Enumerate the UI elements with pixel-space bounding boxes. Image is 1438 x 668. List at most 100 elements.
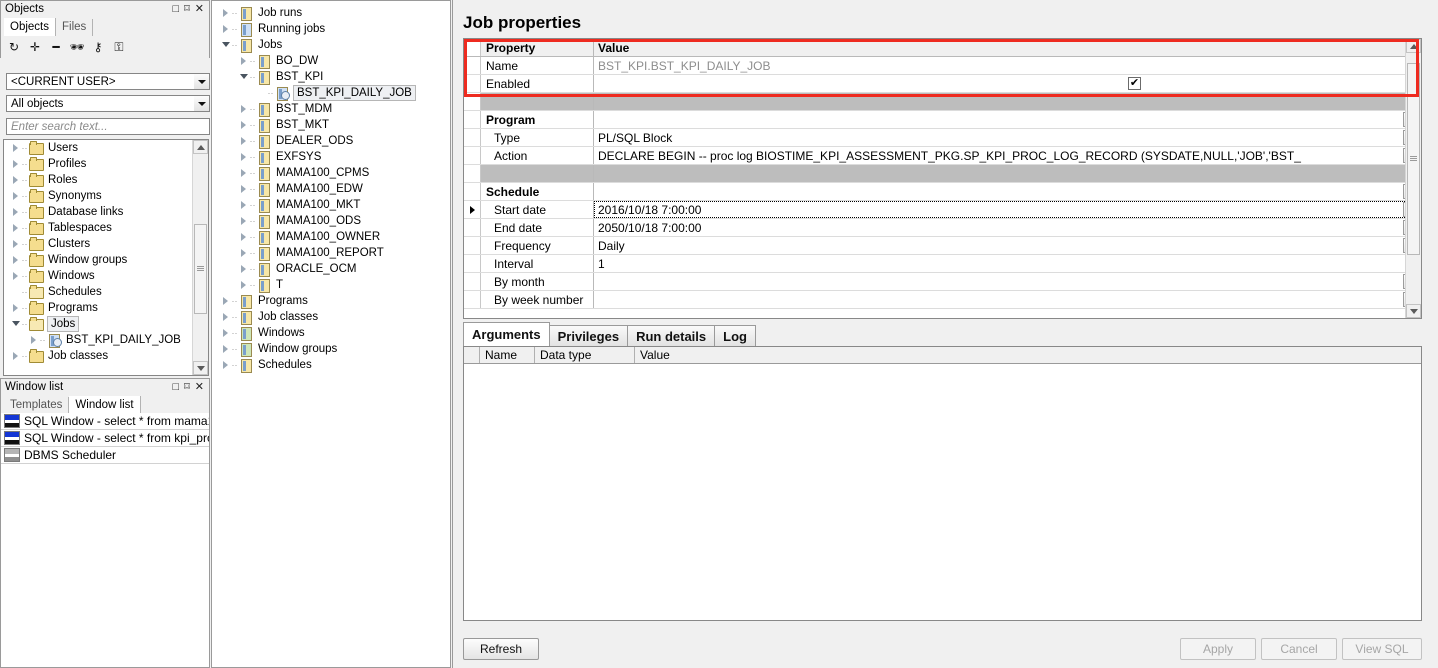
tree-item[interactable]: ·· Running jobs [212,21,450,37]
expand-triangle-icon[interactable] [10,140,21,156]
property-value-cell[interactable]: PL/SQL Block [594,129,1421,146]
tab-window-list[interactable]: Window list [69,396,141,414]
objects-tree[interactable]: ·· Users ·· Profiles ·· Roles ·· Synonyms ·· Data… [3,139,209,376]
tree-item[interactable]: ·· Synonyms [4,188,193,204]
expand-triangle-icon[interactable] [10,236,21,252]
expand-triangle-icon[interactable] [238,101,249,117]
expand-triangle-icon[interactable] [10,268,21,284]
expand-triangle-icon[interactable] [238,229,249,245]
property-value-cell[interactable]: Daily [594,237,1421,254]
apply-button[interactable]: Apply [1180,638,1256,660]
chevron-down-icon[interactable] [194,74,209,89]
tree-item[interactable]: ·· MAMA100_ODS [212,213,450,229]
expand-triangle-icon[interactable] [238,213,249,229]
view-sql-button[interactable]: View SQL [1342,638,1422,660]
expand-triangle-icon[interactable] [10,156,21,172]
property-row[interactable]: End date 2050/10/18 7:00:00 [464,219,1421,237]
close-icon[interactable]: ✕ [195,381,204,393]
maximize-icon[interactable]: □ [172,381,179,393]
tree-item[interactable]: ·· MAMA100_CPMS [212,165,450,181]
scroll-down-icon[interactable] [193,361,208,375]
tree-item[interactable]: ·· BST_KPI_DAILY_JOB [4,332,193,348]
expand-triangle-icon[interactable] [10,220,21,236]
property-value-cell[interactable]: 2050/10/18 7:00:00 [594,219,1421,236]
column-header-data-type[interactable]: Data type [535,347,635,363]
column-header-name[interactable]: Name [480,347,535,363]
refresh-icon[interactable]: ↻ [7,40,21,54]
property-value-cell[interactable] [594,111,1421,128]
scroll-thumb[interactable] [1407,63,1420,255]
expand-triangle-icon[interactable] [10,172,21,188]
tree-item[interactable]: ·· MAMA100_REPORT [212,245,450,261]
property-row[interactable]: Start date 2016/10/18 7:00:00 [464,201,1421,219]
tree-item[interactable]: ·· BST_KPI [212,69,450,85]
tree-item[interactable]: ·· Job runs [212,5,450,21]
search-input[interactable]: Enter search text... [6,118,210,135]
tree-item[interactable]: ·· Job classes [4,348,193,364]
expand-triangle-icon[interactable] [220,293,231,309]
tree-item[interactable]: ·· Windows [4,268,193,284]
tree-item[interactable]: ·· Jobs [212,37,450,53]
arguments-grid[interactable]: Name Data type Value [463,346,1422,621]
tree-item[interactable]: ·· MAMA100_OWNER [212,229,450,245]
minus-icon[interactable]: ━ [49,40,63,54]
tree-item[interactable]: ·· Job classes [212,309,450,325]
object-filter-combo[interactable]: All objects [6,95,210,112]
tab-files[interactable]: Files [56,19,94,36]
window-list-item[interactable]: DBMS Scheduler [1,447,209,464]
collapse-triangle-icon[interactable] [220,37,231,53]
property-value-cell[interactable]: 2016/10/18 7:00:00 [594,201,1421,218]
tab-templates[interactable]: Templates [4,397,70,414]
tree-item[interactable]: ·· Users [4,140,193,156]
expand-triangle-icon[interactable] [10,348,21,364]
property-row[interactable]: Enabled ✔ [464,75,1421,93]
pin-icon[interactable]: ⌑ [184,381,190,393]
tree-item[interactable]: ·· BO_DW [212,53,450,69]
expand-triangle-icon[interactable] [238,117,249,133]
tree-item[interactable]: ·· DEALER_ODS [212,133,450,149]
tab-arguments[interactable]: Arguments [463,322,550,346]
property-value-cell[interactable]: ··· [594,273,1421,290]
property-value-cell[interactable]: DECLARE BEGIN -- proc log BIOSTIME_KPI_A… [594,147,1421,164]
property-value-cell[interactable]: ✔ [594,75,1421,92]
tree-item[interactable]: ·· BST_KPI_DAILY_JOB [212,85,450,101]
tab-log[interactable]: Log [714,325,756,346]
job-properties-grid[interactable]: Property Value Name BST_KPI.BST_KPI_DAILY… [463,38,1422,319]
tree-item[interactable]: ·· Window groups [212,341,450,357]
expand-triangle-icon[interactable] [10,204,21,220]
expand-triangle-icon[interactable] [220,357,231,373]
window-list-item[interactable]: SQL Window - select * from mama100_o [1,413,209,430]
tree-item[interactable]: ·· Profiles [4,156,193,172]
filter-key-icon[interactable]: ⚷ [91,40,105,54]
property-row[interactable]: Interval 1 [464,255,1421,273]
collapse-triangle-icon[interactable] [10,316,21,332]
objects-tree-scrollbar[interactable] [192,140,208,375]
expand-triangle-icon[interactable] [238,165,249,181]
scroll-down-icon[interactable] [1406,304,1421,318]
expand-triangle-icon[interactable] [220,341,231,357]
expand-triangle-icon[interactable] [238,197,249,213]
expand-triangle-icon[interactable] [238,261,249,277]
property-value-cell[interactable]: BST_KPI.BST_KPI_DAILY_JOB [594,57,1421,74]
window-list-item[interactable]: SQL Window - select * from kpi_proc_lo [1,430,209,447]
property-row[interactable]: Schedule [464,183,1421,201]
property-row[interactable]: Action DECLARE BEGIN -- proc log BIOSTIME… [464,147,1421,165]
tree-item[interactable]: ·· Roles [4,172,193,188]
current-user-combo[interactable]: <CURRENT USER> [6,73,210,90]
tree-item[interactable]: ·· EXFSYS [212,149,450,165]
expand-triangle-icon[interactable] [238,149,249,165]
property-row[interactable]: By month··· [464,273,1421,291]
tree-item[interactable]: ·· Database links [4,204,193,220]
property-row[interactable]: Type PL/SQL Block [464,129,1421,147]
property-row[interactable]: Frequency Daily [464,237,1421,255]
cancel-button[interactable]: Cancel [1261,638,1337,660]
tree-item[interactable]: ·· Programs [4,300,193,316]
chevron-down-icon[interactable] [194,96,209,111]
scroll-up-icon[interactable] [193,140,208,154]
property-row[interactable]: Program [464,111,1421,129]
expand-triangle-icon[interactable] [220,325,231,341]
tree-item[interactable]: ·· BST_MDM [212,101,450,117]
tree-item[interactable]: ·· Tablespaces [4,220,193,236]
close-icon[interactable]: ✕ [195,3,204,15]
tree-item[interactable]: ·· BST_MKT [212,117,450,133]
